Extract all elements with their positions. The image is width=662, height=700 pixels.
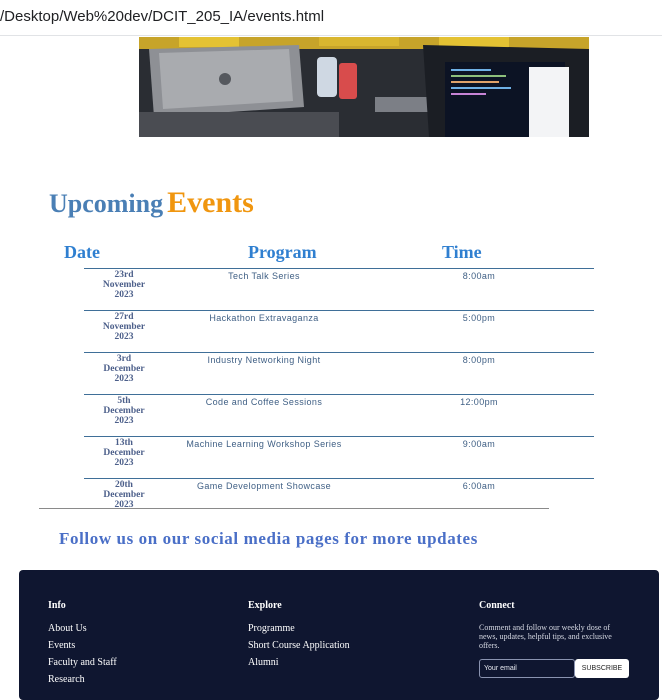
table-row: 20th December 2023 Game Development Show… bbox=[84, 478, 594, 520]
event-program: Tech Talk Series bbox=[164, 268, 364, 311]
footer-info-heading: Info bbox=[48, 600, 66, 611]
footer-explore-heading: Explore bbox=[248, 600, 282, 611]
event-month: December bbox=[103, 448, 145, 458]
footer-connect-text: Comment and follow our weekly dose of ne… bbox=[479, 623, 612, 650]
event-date: 3rd December 2023 bbox=[84, 352, 164, 395]
event-day: 23rd bbox=[114, 270, 134, 280]
header-program: Program bbox=[248, 242, 317, 262]
footer-link-short-course[interactable]: Short Course Application bbox=[248, 640, 350, 651]
event-date: 5th December 2023 bbox=[84, 394, 164, 437]
subscribe-button[interactable]: SUBSCRIBE bbox=[575, 659, 629, 678]
table-row: 13th December 2023 Machine Learning Work… bbox=[84, 436, 594, 479]
footer-explore-column: Explore Programme Short Course Applicati… bbox=[248, 600, 350, 674]
table-row: 5th December 2023 Code and Coffee Sessio… bbox=[84, 394, 594, 437]
address-url[interactable]: /Desktop/Web%20dev/DCIT_205_IA/events.ht… bbox=[0, 8, 324, 25]
event-time: 9:00am bbox=[364, 436, 594, 479]
event-year: 2023 bbox=[114, 374, 134, 384]
event-program: Industry Networking Night bbox=[164, 352, 364, 395]
event-month: December bbox=[103, 364, 145, 374]
title-word-events: Events bbox=[167, 186, 254, 219]
event-year: 2023 bbox=[114, 458, 134, 468]
event-time: 8:00am bbox=[364, 268, 594, 311]
event-time: 12:00pm bbox=[364, 394, 594, 437]
footer-connect-heading: Connect bbox=[479, 600, 515, 611]
banner-photo bbox=[139, 37, 589, 137]
event-time: 8:00pm bbox=[364, 352, 594, 395]
event-date: 27rd November 2023 bbox=[84, 310, 164, 353]
event-year: 2023 bbox=[114, 416, 134, 426]
header-time: Time bbox=[442, 242, 482, 262]
events-table: 23rd November 2023 Tech Talk Series 8:00… bbox=[84, 268, 594, 520]
footer-link-faculty-staff[interactable]: Faculty and Staff bbox=[48, 657, 117, 668]
event-day: 5th bbox=[117, 396, 131, 406]
site-footer: Info About Us Events Faculty and Staff R… bbox=[19, 570, 659, 700]
event-month: November bbox=[102, 322, 146, 332]
event-day: 3rd bbox=[116, 354, 132, 364]
event-date: 13th December 2023 bbox=[84, 436, 164, 479]
event-program: Machine Learning Workshop Series bbox=[164, 436, 364, 479]
follow-us-text: Follow us on our social media pages for … bbox=[59, 529, 478, 548]
footer-link-alumni[interactable]: Alumni bbox=[248, 657, 350, 668]
section-divider bbox=[39, 508, 549, 509]
footer-link-about-us[interactable]: About Us bbox=[48, 623, 117, 634]
event-time: 5:00pm bbox=[364, 310, 594, 353]
footer-link-programme[interactable]: Programme bbox=[248, 623, 350, 634]
event-time: 6:00am bbox=[364, 478, 594, 520]
footer-link-events[interactable]: Events bbox=[48, 640, 117, 651]
footer-info-column: Info About Us Events Faculty and Staff R… bbox=[48, 600, 117, 691]
event-month: December bbox=[103, 406, 145, 416]
event-year: 2023 bbox=[114, 290, 134, 300]
event-program: Code and Coffee Sessions bbox=[164, 394, 364, 437]
event-year: 2023 bbox=[114, 332, 134, 342]
table-row: 3rd December 2023 Industry Networking Ni… bbox=[84, 352, 594, 395]
table-row: 23rd November 2023 Tech Talk Series 8:00… bbox=[84, 268, 594, 311]
email-input[interactable]: Your email bbox=[479, 659, 575, 678]
event-program: Hackathon Extravaganza bbox=[164, 310, 364, 353]
event-day: 13th bbox=[115, 438, 133, 448]
event-day: 20th bbox=[115, 480, 133, 490]
footer-connect-column: Connect Comment and follow our weekly do… bbox=[479, 600, 619, 650]
event-date: 20th December 2023 bbox=[84, 478, 164, 520]
event-program: Game Development Showcase bbox=[164, 478, 364, 520]
upcoming-events-title: Upcoming Events bbox=[49, 186, 254, 220]
title-word-upcoming: Upcoming bbox=[49, 189, 164, 218]
event-date: 23rd November 2023 bbox=[84, 268, 164, 311]
browser-address-bar[interactable]: /Desktop/Web%20dev/DCIT_205_IA/events.ht… bbox=[0, 0, 662, 36]
event-month: November bbox=[102, 280, 146, 290]
laptops-photo bbox=[139, 37, 589, 137]
event-month: December bbox=[103, 490, 145, 500]
table-row: 27rd November 2023 Hackathon Extravaganz… bbox=[84, 310, 594, 353]
header-date: Date bbox=[64, 242, 100, 262]
event-day: 27rd bbox=[114, 312, 134, 322]
